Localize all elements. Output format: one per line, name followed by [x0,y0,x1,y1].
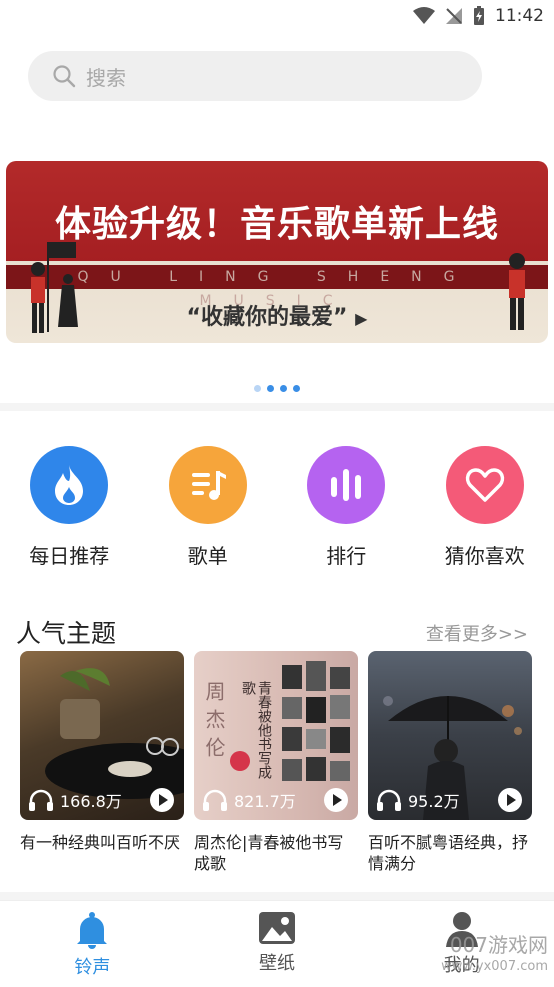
carousel-dot[interactable] [280,385,287,392]
site-watermark: 007游戏网 www.yx007.com [441,934,548,978]
heart-icon [446,446,524,524]
photo-collage-illustration [278,657,358,797]
play-button-icon[interactable] [498,788,522,812]
tab-label: 壁纸 [259,949,295,975]
card-meta: 166.8万 [28,786,174,814]
carousel-dot[interactable] [267,385,274,392]
section-divider [0,403,554,411]
carousel-indicator [0,385,554,392]
theme-card-title: 百听不腻粤语经典，抒情满分 [368,832,532,874]
category-playlist[interactable]: 歌单 [139,446,278,569]
carousel-dot[interactable] [254,385,261,392]
headphones-icon [376,789,402,811]
play-count: 95.2万 [408,788,498,812]
card-meta: 95.2万 [376,786,522,814]
category-label: 猜你喜欢 [445,540,525,569]
play-button-icon[interactable] [324,788,348,812]
carousel-dot[interactable] [293,385,300,392]
banner-person-right-illustration [500,251,534,341]
play-triangle-icon: ▶ [355,309,367,328]
theme-card-cover[interactable]: 周杰伦 青春被他书写成歌 821.7万 [194,651,358,820]
banner-subtitle-text: “收藏你的最爱” [187,305,348,330]
bell-icon [74,911,110,949]
tab-ringtone[interactable]: 铃声 [0,901,185,987]
theme-card-title: 有一种经典叫百听不厌 [20,832,184,853]
category-label: 排行 [326,540,366,569]
tab-label: 铃声 [74,953,110,979]
watermark-line2: www.yx007.com [441,956,548,978]
image-icon [258,911,296,945]
search-bar[interactable]: 搜索 [28,51,482,101]
playlist-icon [169,446,247,524]
headphones-icon [202,789,228,811]
theme-card-cover[interactable]: 166.8万 [20,651,184,820]
status-time: 11:42 [495,6,544,26]
status-bar: 11:42 [0,0,554,32]
category-row: 每日推荐 歌单 排行 猜你喜欢 [0,446,554,569]
category-label: 歌单 [188,540,228,569]
theme-card[interactable]: 95.2万 百听不腻粤语经典，抒情满分 [368,651,532,874]
ranking-bars-icon [307,446,385,524]
cover-text-name: 周杰伦 [200,681,229,765]
play-count: 821.7万 [234,788,324,812]
category-ranking[interactable]: 排行 [277,446,416,569]
watermark-line1: 007游戏网 [441,934,548,956]
no-signal-icon [445,7,463,25]
promo-banner[interactable]: 体验升级！音乐歌单新上线 QU LING SHENG MUSIC “收藏你的最爱… [6,161,548,343]
category-label: 每日推荐 [29,540,109,569]
view-more-link[interactable]: 查看更多>> [426,620,528,646]
theme-card[interactable]: 周杰伦 青春被他书写成歌 821.7万 周杰伦|青春被他书写成歌 [194,651,358,874]
search-input[interactable]: 搜索 [86,62,126,91]
cover-red-circle [230,751,250,771]
theme-card-cover[interactable]: 95.2万 [368,651,532,820]
headphones-icon [28,789,54,811]
popular-cards: 166.8万 有一种经典叫百听不厌 周杰伦 青春被他书写成歌 821.7万 周杰… [20,651,532,874]
banner-people-illustration [24,237,94,337]
play-button-icon[interactable] [150,788,174,812]
theme-card[interactable]: 166.8万 有一种经典叫百听不厌 [20,651,184,874]
battery-charging-icon [473,6,485,26]
section-title-popular: 人气主题 [16,614,116,650]
theme-card-title: 周杰伦|青春被他书写成歌 [194,832,358,874]
tab-wallpaper[interactable]: 壁纸 [185,901,370,987]
wifi-icon [413,7,435,25]
category-guess-you-like[interactable]: 猜你喜欢 [416,446,554,569]
card-meta: 821.7万 [202,786,348,814]
section-divider [0,892,554,900]
search-icon [52,64,76,88]
flame-icon [30,446,108,524]
category-daily-recommend[interactable]: 每日推荐 [0,446,139,569]
play-count: 166.8万 [60,788,150,812]
